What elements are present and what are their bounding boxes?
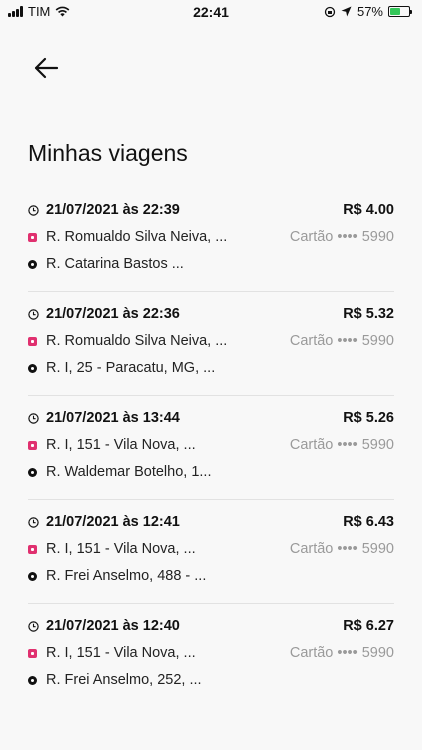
trip-destination: R. Frei Anselmo, 252, ...	[46, 672, 202, 688]
trip-datetime: 21/07/2021 às 22:39	[46, 202, 180, 218]
trip-destination: R. I, 25 - Paracatu, MG, ...	[46, 360, 216, 376]
clock-icon	[28, 412, 46, 424]
destination-marker-icon	[28, 363, 37, 373]
trip-item[interactable]: 21/07/2021 às 12:41 R$ 6.43 R. I, 151 - …	[28, 500, 394, 604]
destination-marker-icon	[28, 259, 37, 269]
status-right: 57%	[324, 4, 412, 19]
trip-datetime: 21/07/2021 às 12:40	[46, 618, 180, 634]
destination-marker-icon	[28, 571, 37, 581]
origin-marker-icon	[28, 648, 37, 658]
trip-payment: Cartão •••• 5990	[289, 437, 394, 453]
back-button[interactable]	[30, 54, 62, 82]
orientation-lock-icon	[324, 6, 336, 17]
trip-origin: R. I, 151 - Vila Nova, ...	[46, 541, 196, 557]
trip-item[interactable]: 21/07/2021 às 22:36 R$ 5.32 R. Romualdo …	[28, 292, 394, 396]
clock-icon	[28, 204, 46, 216]
destination-marker-icon	[28, 675, 37, 685]
origin-marker-icon	[28, 232, 37, 242]
trip-price: R$ 6.43	[343, 514, 394, 530]
trip-origin: R. I, 151 - Vila Nova, ...	[46, 645, 196, 661]
clock-icon	[28, 620, 46, 632]
origin-marker-icon	[28, 336, 37, 346]
clock-icon	[28, 516, 46, 528]
trip-origin: R. I, 151 - Vila Nova, ...	[46, 437, 196, 453]
trip-price: R$ 5.32	[343, 306, 394, 322]
destination-marker-icon	[28, 467, 37, 477]
trip-payment: Cartão •••• 5990	[289, 645, 394, 661]
trip-destination: R. Frei Anselmo, 488 - ...	[46, 568, 207, 584]
trip-payment: Cartão •••• 5990	[289, 333, 394, 349]
location-arrow-icon	[341, 6, 352, 17]
trip-price: R$ 6.27	[343, 618, 394, 634]
trip-price: R$ 5.26	[343, 410, 394, 426]
trip-item[interactable]: 21/07/2021 às 22:39 R$ 4.00 R. Romualdo …	[28, 188, 394, 292]
page-title: Minhas viagens	[28, 140, 188, 166]
trip-price: R$ 4.00	[343, 202, 394, 218]
trip-destination: R. Waldemar Botelho, 1...	[46, 464, 212, 480]
status-bar: TIM 22:41 57%	[0, 0, 422, 24]
trip-destination: R. Catarina Bastos ...	[46, 256, 184, 272]
trip-datetime: 21/07/2021 às 22:36	[46, 306, 180, 322]
trip-origin: R. Romualdo Silva Neiva, ...	[46, 229, 228, 245]
origin-marker-icon	[28, 544, 37, 554]
trip-datetime: 21/07/2021 às 13:44	[46, 410, 180, 426]
trip-item[interactable]: 21/07/2021 às 13:44 R$ 5.26 R. I, 151 - …	[28, 396, 394, 500]
trip-payment: Cartão •••• 5990	[289, 541, 394, 557]
arrow-left-icon	[34, 57, 59, 79]
battery-percent: 57%	[356, 4, 383, 19]
clock-icon	[28, 308, 46, 320]
trip-list: 21/07/2021 às 22:39 R$ 4.00 R. Romualdo …	[28, 188, 394, 708]
trip-origin: R. Romualdo Silva Neiva, ...	[46, 333, 228, 349]
trip-payment: Cartão •••• 5990	[289, 229, 394, 245]
battery-icon	[388, 6, 412, 17]
trip-datetime: 21/07/2021 às 12:41	[46, 514, 180, 530]
trip-item[interactable]: 21/07/2021 às 12:40 R$ 6.27 R. I, 151 - …	[28, 604, 394, 708]
origin-marker-icon	[28, 440, 37, 450]
